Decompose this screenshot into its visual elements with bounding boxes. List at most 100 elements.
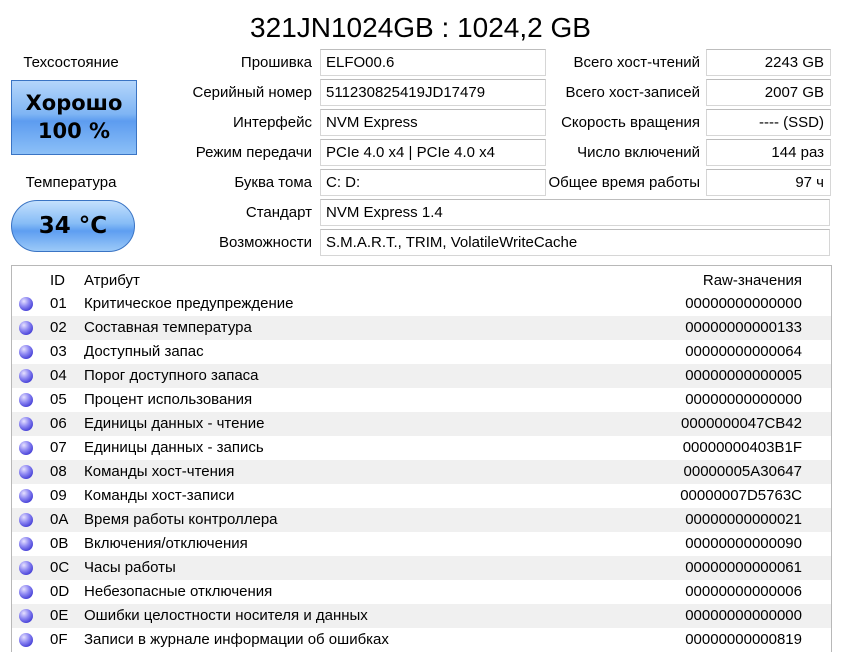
row-id: 0B: [50, 535, 69, 552]
status-dot-icon: [19, 369, 33, 383]
row-id: 03: [50, 343, 67, 360]
row-raw-value: 00000000000000: [685, 607, 802, 624]
table-row[interactable]: 0F Записи в журнале информации об ошибка…: [12, 628, 831, 652]
row-raw-value: 00000005A30647: [683, 463, 802, 480]
temperature-badge[interactable]: 34 °C: [11, 200, 135, 252]
table-row[interactable]: 01 Критическое предупреждение 0000000000…: [12, 292, 831, 316]
drive-letter-value: C: D:: [320, 169, 546, 196]
row-id: 0D: [50, 583, 70, 600]
table-row[interactable]: 0D Небезопасные отключения 0000000000000…: [12, 580, 831, 604]
row-attribute: Процент использования: [84, 391, 253, 408]
features-label: Возможности: [219, 234, 312, 251]
row-raw-value: 00000007D5763C: [680, 487, 802, 504]
status-dot-icon: [19, 513, 33, 527]
status-dot-icon: [19, 537, 33, 551]
row-raw-value: 00000000000090: [685, 535, 802, 552]
drive-letter-label: Буква тома: [234, 174, 312, 191]
rotation-speed-value: ---- (SSD): [706, 109, 831, 136]
table-row[interactable]: 03 Доступный запас 00000000000064: [12, 340, 831, 364]
table-row[interactable]: 06 Единицы данных - чтение 0000000047CB4…: [12, 412, 831, 436]
row-attribute: Включения/отключения: [84, 535, 248, 552]
status-dot-icon: [19, 345, 33, 359]
row-raw-value: 00000000000005: [685, 367, 802, 384]
status-dot-icon: [19, 585, 33, 599]
features-value: S.M.A.R.T., TRIM, VolatileWriteCache: [320, 229, 830, 256]
firmware-label: Прошивка: [240, 54, 312, 71]
transfer-mode-label: Режим передачи: [195, 144, 312, 161]
row-attribute: Часы работы: [84, 559, 176, 576]
row-attribute: Доступный запас: [84, 343, 204, 360]
row-raw-value: 00000000000064: [685, 343, 802, 360]
power-on-count-value: 144 раз: [706, 139, 831, 166]
row-id: 06: [50, 415, 67, 432]
row-attribute: Порог доступного запаса: [84, 367, 259, 384]
row-raw-value: 00000000000061: [685, 559, 802, 576]
host-reads-label: Всего хост-чтений: [573, 54, 700, 71]
row-attribute: Команды хост-чтения: [84, 463, 235, 480]
row-id: 02: [50, 319, 67, 336]
power-on-count-label: Число включений: [577, 144, 700, 161]
host-writes-label: Всего хост-записей: [565, 84, 700, 101]
interface-label: Интерфейс: [232, 114, 312, 131]
table-header: ID Атрибут Raw-значения: [12, 266, 831, 292]
status-dot-icon: [19, 441, 33, 455]
table-row[interactable]: 02 Составная температура 00000000000133: [12, 316, 831, 340]
row-raw-value: 0000000047CB42: [681, 415, 802, 432]
row-id: 04: [50, 367, 67, 384]
row-attribute: Ошибки целостности носителя и данных: [84, 607, 368, 624]
serial-number-label: Серийный номер: [192, 84, 312, 101]
row-raw-value: 00000000000000: [685, 391, 802, 408]
row-raw-value: 00000000000021: [685, 511, 802, 528]
interface-value: NVM Express: [320, 109, 546, 136]
table-row[interactable]: 09 Команды хост-записи 00000007D5763C: [12, 484, 831, 508]
row-attribute: Единицы данных - запись: [84, 439, 264, 456]
row-id: 0F: [50, 631, 68, 648]
health-status-badge[interactable]: Хорошо 100 %: [11, 80, 137, 155]
status-dot-icon: [19, 465, 33, 479]
status-dot-icon: [19, 633, 33, 647]
standard-label: Стандарт: [245, 204, 312, 221]
row-attribute: Небезопасные отключения: [84, 583, 273, 600]
power-on-hours-value: 97 ч: [706, 169, 831, 196]
row-id: 09: [50, 487, 67, 504]
table-row[interactable]: 0C Часы работы 00000000000061: [12, 556, 831, 580]
row-attribute: Время работы контроллера: [84, 511, 278, 528]
row-attribute: Составная температура: [84, 319, 252, 336]
rotation-speed-label: Скорость вращения: [561, 114, 700, 131]
health-percent: 100 %: [37, 119, 111, 143]
table-row[interactable]: 04 Порог доступного запаса 0000000000000…: [12, 364, 831, 388]
firmware-value: ELFO00.6: [320, 49, 546, 76]
health-label: Техсостояние: [23, 54, 119, 71]
serial-number-value: 511230825419JD17479: [320, 79, 546, 106]
row-id: 05: [50, 391, 67, 408]
table-row[interactable]: 05 Процент использования 00000000000000: [12, 388, 831, 412]
status-dot-icon: [19, 609, 33, 623]
health-status-text: Хорошо: [25, 91, 123, 115]
row-id: 0E: [50, 607, 69, 624]
row-id: 08: [50, 463, 67, 480]
disk-title: 321JN1024GB : 1024,2 GB: [250, 12, 591, 43]
row-id: 0C: [50, 559, 70, 576]
table-row[interactable]: 0B Включения/отключения 00000000000090: [12, 532, 831, 556]
row-raw-value: 00000000403B1F: [682, 439, 802, 456]
row-attribute: Команды хост-записи: [84, 487, 235, 504]
table-row[interactable]: 07 Единицы данных - запись 00000000403B1…: [12, 436, 831, 460]
table-row[interactable]: 0E Ошибки целостности носителя и данных …: [12, 604, 831, 628]
status-dot-icon: [19, 393, 33, 407]
status-dot-icon: [19, 321, 33, 335]
row-raw-value: 00000000000819: [685, 631, 802, 648]
row-raw-value: 00000000000133: [685, 319, 802, 336]
standard-value: NVM Express 1.4: [320, 199, 830, 226]
row-attribute: Записи в журнале информации об ошибках: [84, 631, 389, 648]
table-row[interactable]: 0A Время работы контроллера 000000000000…: [12, 508, 831, 532]
host-writes-value: 2007 GB: [706, 79, 831, 106]
status-dot-icon: [19, 561, 33, 575]
table-row[interactable]: 08 Команды хост-чтения 00000005A30647: [12, 460, 831, 484]
row-attribute: Единицы данных - чтение: [84, 415, 265, 432]
temperature-label: Температура: [25, 174, 117, 191]
status-dot-icon: [19, 417, 33, 431]
row-id: 07: [50, 439, 67, 456]
host-reads-value: 2243 GB: [706, 49, 831, 76]
smart-table[interactable]: ID Атрибут Raw-значения 01 Критическое п…: [11, 265, 832, 652]
power-on-hours-label: Общее время работы: [548, 174, 700, 191]
